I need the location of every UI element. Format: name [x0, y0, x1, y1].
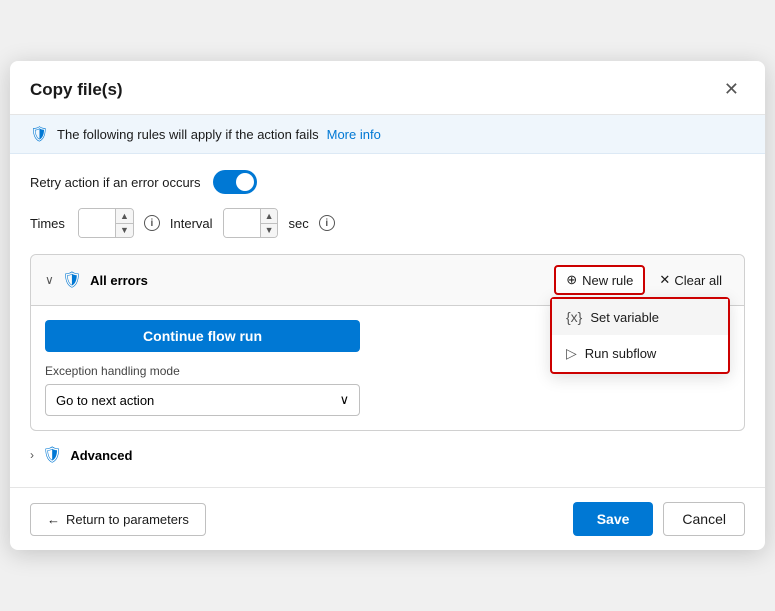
clear-all-label: Clear all [674, 273, 722, 288]
errors-header: ∨ 🛡 All errors ⊕ New rule ✕ Clear all [31, 255, 744, 306]
interval-label: Interval [170, 216, 213, 231]
run-subflow-icon: ▷ [566, 345, 577, 362]
interval-value[interactable]: 2 [224, 209, 260, 237]
dialog-title: Copy file(s) [30, 80, 123, 100]
exception-dropdown-wrapper: Go to next action ∨ [45, 384, 360, 416]
close-button[interactable]: ✕ [718, 77, 745, 102]
times-label: Times [30, 216, 68, 231]
chevron-down-icon: ∨ [340, 392, 350, 408]
dialog-footer: ← Return to parameters Save Cancel [10, 487, 765, 550]
advanced-shield-icon: 🛡 [42, 445, 62, 465]
return-label: Return to parameters [66, 512, 189, 527]
advanced-label: Advanced [70, 448, 132, 463]
errors-shield-icon: 🛡 [62, 270, 82, 290]
dialog-body: Retry action if an error occurs Times 1 … [10, 154, 765, 487]
new-rule-button[interactable]: ⊕ New rule [554, 265, 645, 295]
times-info-icon: i [144, 215, 160, 231]
times-value[interactable]: 1 [79, 209, 115, 237]
errors-title: All errors [90, 273, 148, 288]
info-text: The following rules will apply if the ac… [57, 127, 319, 142]
exception-dropdown[interactable]: Go to next action ∨ [45, 384, 360, 416]
set-variable-label: Set variable [590, 310, 659, 325]
errors-section: ∨ 🛡 All errors ⊕ New rule ✕ Clear all [30, 254, 745, 431]
times-up[interactable]: ▲ [116, 209, 133, 224]
arrow-left-icon: ← [47, 512, 60, 527]
interval-info-icon: i [319, 215, 335, 231]
errors-header-left: ∨ 🛡 All errors [45, 270, 148, 290]
more-info-link[interactable]: More info [327, 127, 381, 142]
new-rule-label: New rule [582, 273, 633, 288]
advanced-chevron-icon: › [30, 448, 34, 462]
sec-label: sec [288, 216, 308, 231]
exception-value: Go to next action [56, 393, 154, 408]
save-button[interactable]: Save [573, 502, 654, 536]
cancel-button[interactable]: Cancel [663, 502, 745, 536]
footer-right: Save Cancel [573, 502, 745, 536]
interval-up[interactable]: ▲ [261, 209, 278, 224]
copy-files-dialog: Copy file(s) ✕ 🛡 The following rules wil… [10, 61, 765, 550]
dialog-header: Copy file(s) ✕ [10, 61, 765, 115]
x-icon: ✕ [659, 272, 670, 288]
errors-header-right: ⊕ New rule ✕ Clear all {x} Set variable [554, 265, 730, 295]
advanced-section[interactable]: › 🛡 Advanced [30, 431, 745, 471]
shield-icon: 🛡 [30, 125, 49, 143]
set-variable-item[interactable]: {x} Set variable [552, 299, 728, 335]
retry-row: Retry action if an error occurs [30, 170, 745, 194]
retry-label: Retry action if an error occurs [30, 175, 201, 190]
run-subflow-label: Run subflow [585, 346, 657, 361]
times-down[interactable]: ▼ [116, 224, 133, 238]
interval-input[interactable]: 2 ▲ ▼ [223, 208, 279, 238]
continue-flow-button[interactable]: Continue flow run [45, 320, 360, 352]
times-spinners: ▲ ▼ [115, 209, 133, 237]
times-row: Times 1 ▲ ▼ i Interval 2 ▲ ▼ sec i [30, 208, 745, 238]
interval-down[interactable]: ▼ [261, 224, 278, 238]
new-rule-dropdown: {x} Set variable ▷ Run subflow [550, 297, 730, 374]
retry-toggle[interactable] [213, 170, 257, 194]
interval-spinners: ▲ ▼ [260, 209, 278, 237]
errors-chevron-icon[interactable]: ∨ [45, 273, 54, 287]
run-subflow-item[interactable]: ▷ Run subflow [552, 335, 728, 372]
set-variable-icon: {x} [566, 309, 582, 325]
plus-icon: ⊕ [566, 272, 577, 288]
clear-all-button[interactable]: ✕ Clear all [651, 267, 730, 293]
times-input[interactable]: 1 ▲ ▼ [78, 208, 134, 238]
return-button[interactable]: ← Return to parameters [30, 503, 206, 536]
info-bar: 🛡 The following rules will apply if the … [10, 115, 765, 154]
